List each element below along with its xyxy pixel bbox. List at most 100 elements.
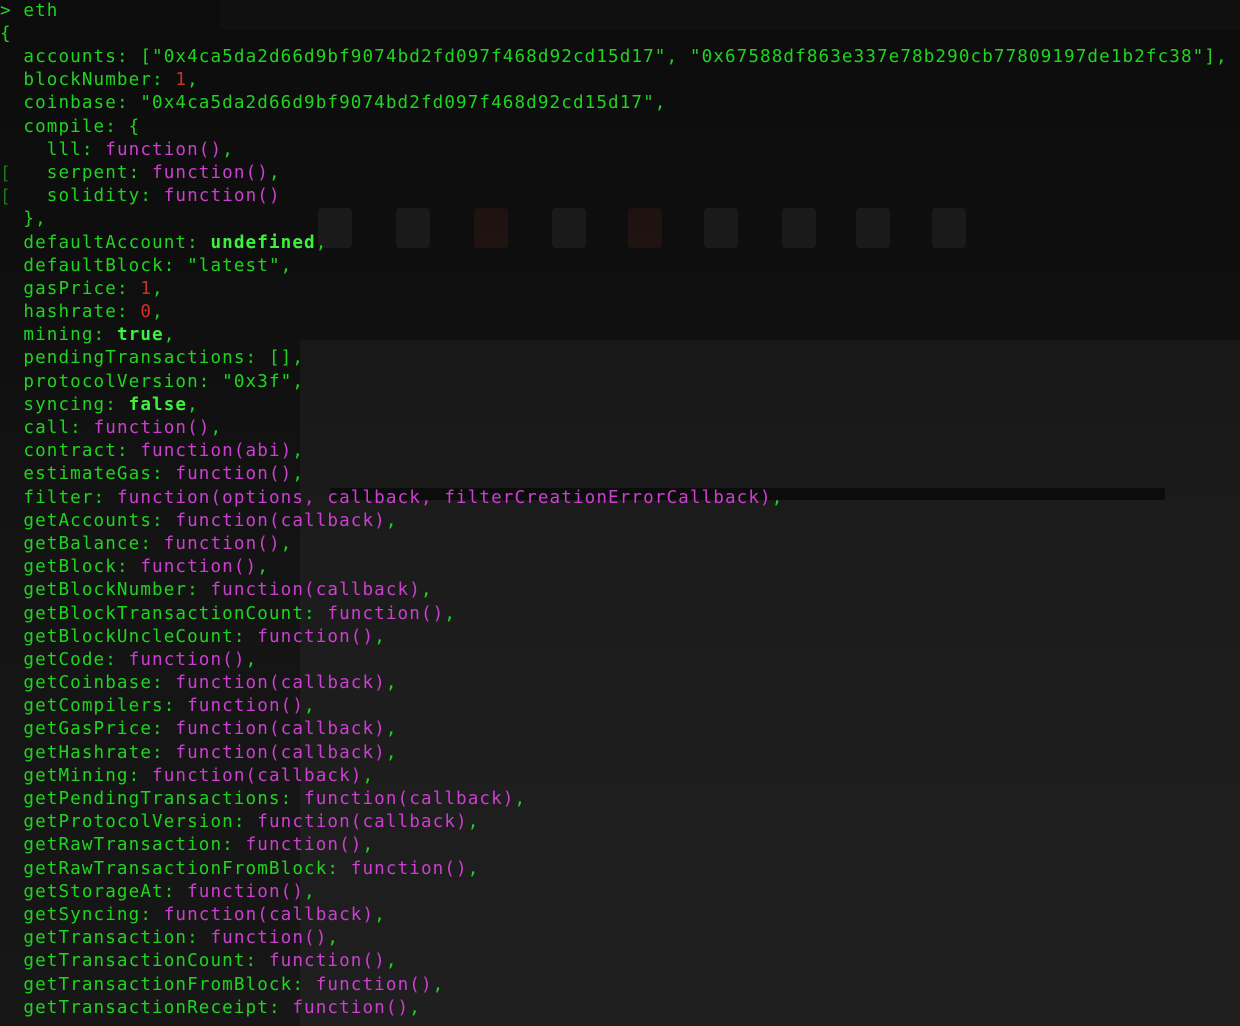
property-line: defaultBlock: "latest", bbox=[0, 255, 1228, 278]
property-line: gasPrice: 1, bbox=[0, 278, 1228, 301]
property-line: getTransactionReceipt: function(), bbox=[0, 997, 1228, 1020]
property-key: filter bbox=[23, 487, 94, 508]
property-line: getBlockNumber: function(callback), bbox=[0, 579, 1228, 602]
property-value-fn: function() bbox=[152, 162, 269, 183]
colon: : bbox=[116, 557, 141, 578]
property-value-fn: function() bbox=[175, 464, 293, 485]
open-brace-line: { bbox=[0, 23, 1228, 46]
property-line: getAccounts: function(callback), bbox=[0, 510, 1228, 533]
property-value-punct: , bbox=[187, 70, 199, 91]
property-value-punct: , bbox=[385, 719, 398, 740]
colon: : bbox=[327, 858, 351, 879]
colon: : bbox=[233, 812, 258, 833]
property-value-fn: function() bbox=[93, 418, 211, 438]
property-value-punct: , bbox=[292, 371, 305, 392]
property-value-bool: false bbox=[128, 394, 188, 415]
property-key: getCompilers bbox=[23, 696, 164, 717]
colon: : bbox=[292, 974, 316, 995]
property-value-fn: function() bbox=[292, 997, 410, 1018]
colon: : bbox=[152, 510, 176, 531]
property-line: mining: true, bbox=[0, 324, 1228, 347]
colon: : bbox=[81, 139, 106, 160]
property-line: getCode: function(), bbox=[0, 649, 1228, 672]
property-value-punct: , bbox=[467, 812, 480, 833]
property-value-str: "latest" bbox=[187, 255, 281, 276]
colon: : bbox=[116, 278, 141, 299]
property-key: coinbase bbox=[23, 93, 117, 114]
property-value-fn: function() bbox=[163, 186, 281, 207]
property-value-punct: , bbox=[315, 232, 328, 253]
property-key: getBlockTransactionCount bbox=[23, 603, 305, 624]
property-value-bool: true bbox=[116, 325, 164, 346]
property-line: getHashrate: function(callback), bbox=[0, 742, 1228, 765]
property-value-punct: , bbox=[420, 580, 433, 601]
terminal-window[interactable]: [ [ > eth { accounts: ["0x4ca5da2d66d9bf… bbox=[0, 0, 1240, 1026]
property-value-num: 1 bbox=[140, 278, 153, 299]
colon: : bbox=[152, 719, 176, 740]
property-line: pendingTransactions: [], bbox=[0, 347, 1228, 370]
property-line: blockNumber: 1, bbox=[0, 69, 1228, 92]
property-value-fn: function() bbox=[268, 951, 386, 972]
property-value-fn: function(callback) bbox=[175, 673, 386, 694]
colon: : bbox=[152, 464, 176, 485]
property-line: getTransaction: function(), bbox=[0, 927, 1228, 950]
property-key: getTransactionFromBlock bbox=[23, 974, 293, 995]
property-line: getBlockUncleCount: function(), bbox=[0, 626, 1228, 649]
property-value-punct: , bbox=[152, 302, 164, 323]
property-value-punct: , bbox=[292, 464, 305, 485]
property-value-punct: , bbox=[771, 487, 784, 508]
colon: : bbox=[163, 881, 188, 902]
property-value-fn: function() bbox=[327, 603, 445, 624]
object-properties: accounts: ["0x4ca5da2d66d9bf9074bd2fd097… bbox=[0, 46, 1228, 1020]
prompt-symbol: > bbox=[0, 1, 12, 21]
colon: : bbox=[116, 47, 141, 68]
property-line: solidity: function() bbox=[0, 185, 1228, 208]
property-value-punct: , bbox=[152, 278, 164, 299]
property-key: getSyncing bbox=[23, 904, 141, 925]
property-value-fn: function() bbox=[187, 881, 305, 902]
property-line: lll: function(), bbox=[0, 139, 1228, 162]
property-value-punct: , bbox=[327, 928, 340, 949]
property-key: contract bbox=[23, 441, 117, 462]
property-value-punct: , bbox=[374, 626, 386, 647]
property-line: getRawTransaction: function(), bbox=[0, 834, 1228, 857]
property-value-punct: , bbox=[280, 533, 293, 554]
property-value-punct: ], bbox=[1204, 47, 1228, 68]
property-value-punct: , bbox=[514, 789, 527, 809]
property-key: getRawTransactionFromBlock bbox=[23, 858, 328, 879]
property-value-fn: function(abi) bbox=[140, 441, 293, 462]
colon: : bbox=[152, 70, 176, 91]
colon: : bbox=[280, 789, 305, 809]
property-value-fn: function(callback) bbox=[175, 719, 386, 740]
colon: : bbox=[128, 162, 153, 183]
property-key: compile bbox=[23, 116, 106, 137]
colon: : bbox=[105, 116, 129, 137]
console-output[interactable]: > eth { accounts: ["0x4ca5da2d66d9bf9074… bbox=[0, 0, 1228, 1020]
property-line: getBlockTransactionCount: function(), bbox=[0, 603, 1228, 626]
property-line: getCoinbase: function(callback), bbox=[0, 672, 1228, 695]
colon: : bbox=[105, 394, 129, 415]
colon: : bbox=[152, 673, 176, 694]
colon: : bbox=[70, 418, 94, 438]
property-value-punct: , bbox=[280, 255, 293, 276]
colon: : bbox=[105, 649, 129, 670]
property-value-punct: , bbox=[385, 510, 398, 531]
